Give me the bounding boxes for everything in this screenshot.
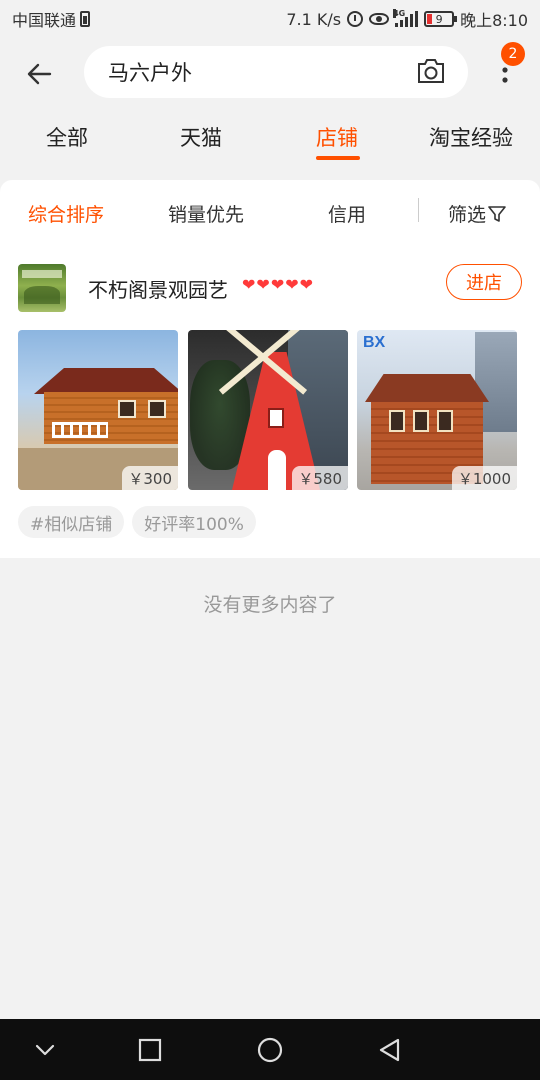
heart-icon: ❤ <box>299 275 314 294</box>
tab-tmall[interactable]: 天猫 <box>180 122 222 162</box>
status-bar: 中国联通 7.1 K/s 4G 9 晚上8:10 <box>0 0 540 38</box>
heart-icon: ❤ <box>256 275 270 294</box>
shop-products: ￥300 ￥580 BX ￥1000 <box>0 330 540 490</box>
alarm-icon <box>347 11 364 27</box>
shop-credit-hearts: ❤ ❤ ❤ ❤ ❤ <box>242 276 313 294</box>
sort-sales[interactable]: 销量优先 <box>168 200 244 227</box>
result-tabs: 全部 天猫 店铺 淘宝经验 <box>0 108 540 174</box>
heart-icon: ❤ <box>242 275 256 294</box>
sim-card-icon <box>80 11 91 27</box>
enter-shop-button[interactable]: 进店 <box>446 264 522 300</box>
system-nav-bar <box>0 1019 540 1080</box>
product-price: ￥1000 <box>451 466 517 490</box>
product-price: ￥300 <box>122 466 178 490</box>
eye-comfort-icon <box>369 13 390 25</box>
back-arrow-icon[interactable] <box>24 58 56 90</box>
battery-icon: 9 <box>424 11 458 27</box>
similar-shops-tag[interactable]: #相似店铺 <box>18 506 125 538</box>
notification-badge: 2 <box>501 42 525 66</box>
sort-bar: 综合排序 销量优先 信用 筛选 <box>0 180 540 242</box>
shop-name[interactable]: 不朽阁景观园艺 <box>88 274 228 303</box>
search-input[interactable]: 马六户外 <box>84 46 468 98</box>
signal-icon: 4G <box>393 9 419 27</box>
search-header: 马六户外 2 <box>0 38 540 108</box>
filter-funnel-icon <box>488 206 506 222</box>
heart-icon: ❤ <box>285 275 299 294</box>
camera-icon[interactable] <box>416 58 446 84</box>
tab-all[interactable]: 全部 <box>46 122 88 162</box>
home-circle-icon[interactable] <box>255 1035 285 1065</box>
tab-taobao-experience[interactable]: 淘宝经验 <box>429 122 513 162</box>
hide-nav-chevron-down-icon[interactable] <box>30 1035 60 1065</box>
product-red-windmill[interactable]: ￥580 <box>188 330 348 490</box>
carrier-label: 中国联通 <box>12 11 77 30</box>
brand-logo-icon: BX <box>363 334 386 351</box>
sort-credit[interactable]: 信用 <box>328 200 366 227</box>
battery-level: 9 <box>435 12 443 26</box>
product-price: ￥580 <box>292 466 348 490</box>
sort-divider <box>418 198 419 222</box>
recent-apps-square-icon[interactable] <box>135 1035 165 1065</box>
filter-label: 筛选 <box>448 204 487 226</box>
results-card: 综合排序 销量优先 信用 筛选 不朽阁景观园艺 ❤ ❤ ❤ ❤ ❤ 进店 ￥30… <box>0 180 540 558</box>
network-speed: 7.1 K/s <box>286 9 342 29</box>
active-tab-indicator <box>316 156 360 160</box>
back-triangle-icon[interactable] <box>375 1035 405 1065</box>
filter-button[interactable]: 筛选 <box>448 200 506 227</box>
heart-icon: ❤ <box>270 275 285 294</box>
end-of-list-text: 没有更多内容了 <box>203 594 337 616</box>
network-type-label: 4G <box>393 9 406 18</box>
sort-comprehensive[interactable]: 综合排序 <box>28 200 104 227</box>
clock: 晚上8:10 <box>460 11 528 30</box>
shop-item[interactable]: 不朽阁景观园艺 ❤ ❤ ❤ ❤ ❤ 进店 <box>0 262 540 312</box>
product-wooden-kiosk[interactable]: BX ￥1000 <box>357 330 517 490</box>
product-wooden-cabin[interactable]: ￥300 <box>18 330 178 490</box>
shop-tags: #相似店铺 好评率100% <box>18 506 256 538</box>
shop-avatar[interactable] <box>18 264 66 312</box>
search-query: 马六户外 <box>108 61 192 85</box>
rating-tag: 好评率100% <box>132 506 256 538</box>
